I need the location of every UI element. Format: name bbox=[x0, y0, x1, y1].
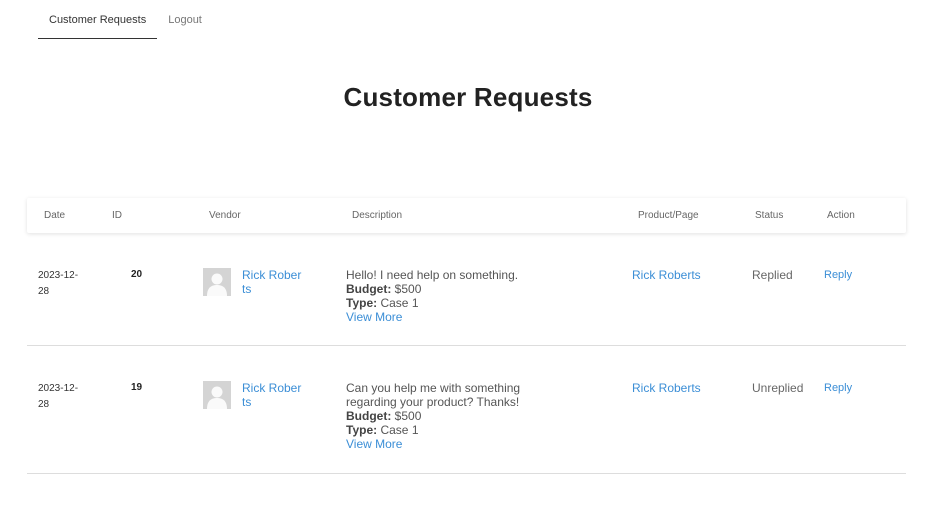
budget-line: Budget: $500 bbox=[346, 282, 566, 296]
header-description: Description bbox=[352, 210, 403, 221]
header-date: Date bbox=[44, 210, 66, 221]
view-more-link[interactable]: View More bbox=[346, 437, 546, 451]
table-header: Date ID Vendor Description Product/Page … bbox=[27, 198, 906, 233]
type-value: Case 1 bbox=[380, 296, 419, 310]
budget-value: $500 bbox=[394, 282, 422, 296]
description-text: Can you help me with something regarding… bbox=[346, 381, 521, 409]
description-cell: Hello! I need help on something. Budget:… bbox=[346, 268, 566, 324]
id-cell: 20 bbox=[131, 269, 143, 280]
tab-logout[interactable]: Logout bbox=[157, 0, 213, 38]
id-cell: 19 bbox=[131, 382, 143, 393]
header-action: Action bbox=[827, 210, 855, 221]
header-id: ID bbox=[112, 210, 122, 221]
date-line2: 28 bbox=[38, 286, 50, 297]
view-more-link[interactable]: View More bbox=[346, 310, 566, 324]
description-text: Hello! I need help on something. bbox=[346, 268, 519, 282]
header-vendor: Vendor bbox=[209, 210, 241, 221]
status-text: Replied bbox=[752, 268, 793, 282]
tab-customer-requests[interactable]: Customer Requests bbox=[38, 0, 158, 39]
budget-line: Budget: $500 bbox=[346, 409, 546, 423]
date-line1: 2023-12- bbox=[38, 383, 79, 394]
product-page-link[interactable]: Rick Roberts bbox=[632, 268, 732, 282]
budget-label: Budget: bbox=[346, 282, 392, 296]
budget-value: $500 bbox=[394, 409, 422, 423]
reply-link[interactable]: Reply bbox=[824, 269, 852, 281]
date-line2: 28 bbox=[38, 399, 50, 410]
reply-link[interactable]: Reply bbox=[824, 382, 852, 394]
type-line: Type: Case 1 bbox=[346, 423, 546, 437]
avatar bbox=[203, 268, 231, 296]
status-text: Unreplied bbox=[752, 381, 804, 395]
table-row: 2023-12- 28 19 Rick Roberts Can you help… bbox=[27, 346, 906, 474]
date-line1: 2023-12- bbox=[38, 270, 79, 281]
type-value: Case 1 bbox=[380, 423, 419, 437]
header-product-page: Product/Page bbox=[638, 210, 699, 221]
description-cell: Can you help me with something regarding… bbox=[346, 381, 546, 451]
budget-label: Budget: bbox=[346, 409, 392, 423]
type-label: Type: bbox=[346, 296, 378, 310]
user-placeholder-icon bbox=[203, 381, 231, 409]
type-label: Type: bbox=[346, 423, 378, 437]
vendor-link[interactable]: Rick Roberts bbox=[242, 381, 304, 409]
avatar bbox=[203, 381, 231, 409]
table-row: 2023-12- 28 20 Rick Roberts Hello! I nee… bbox=[27, 233, 906, 346]
date-cell: 2023-12- 28 bbox=[38, 381, 88, 413]
product-page-link[interactable]: Rick Roberts bbox=[632, 381, 732, 395]
date-cell: 2023-12- 28 bbox=[38, 268, 88, 300]
header-status: Status bbox=[755, 210, 784, 221]
page-title: Customer Requests bbox=[343, 82, 593, 112]
user-placeholder-icon bbox=[203, 268, 231, 296]
top-nav: Customer Requests Logout bbox=[38, 0, 213, 39]
type-line: Type: Case 1 bbox=[346, 296, 566, 310]
vendor-link[interactable]: Rick Roberts bbox=[242, 268, 304, 296]
